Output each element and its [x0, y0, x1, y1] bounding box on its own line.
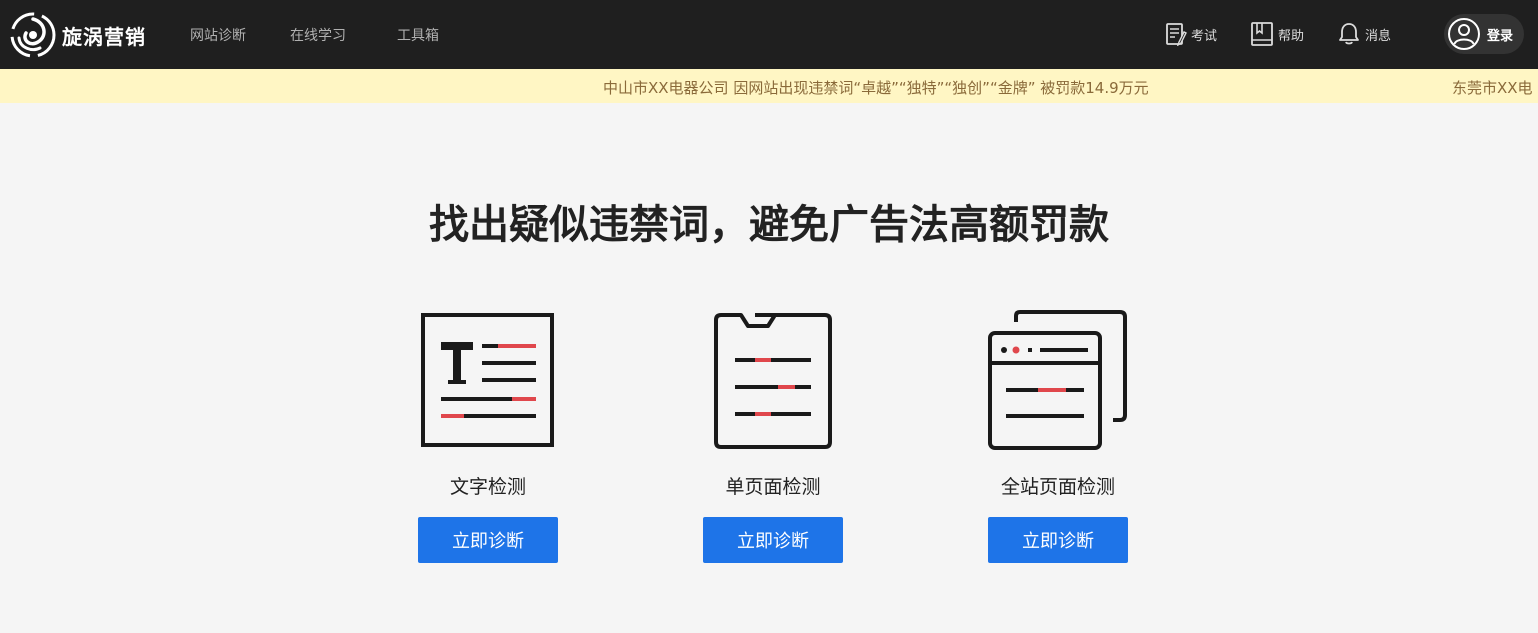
news-ticker: 中山市XX电器公司 因网站出现违禁词“卓越”“独特”“独创”“金牌” 被罚款14…	[0, 69, 1538, 103]
card-label: 全站页面检测	[1000, 476, 1115, 498]
brand-logo[interactable]: 旋涡营销	[10, 10, 150, 60]
exam-icon	[1166, 23, 1187, 46]
single-page-detection-card: 单页面检测 立即诊断	[683, 308, 863, 568]
card-label: 文字检测	[449, 476, 526, 498]
text-detect-icon	[421, 313, 554, 447]
browser-windows-icon	[988, 310, 1127, 450]
page-title: 找出疑似违禁词，避免广告法高额罚款	[429, 202, 1109, 248]
nav-link-online-learning[interactable]: 在线学习	[290, 25, 346, 45]
brand-name: 旋涡营销	[62, 25, 146, 49]
diagnose-button[interactable]: 立即诊断	[418, 517, 558, 563]
help-label: 帮助	[1278, 28, 1305, 44]
card-label: 单页面检测	[725, 476, 821, 498]
user-avatar-icon	[1448, 18, 1480, 50]
help-link[interactable]: 帮助	[1250, 21, 1304, 47]
login-label: 登录	[1487, 28, 1514, 44]
clipboard-detect-icon	[714, 313, 832, 449]
bell-icon	[1339, 23, 1359, 45]
diagnose-button[interactable]: 立即诊断	[703, 517, 843, 563]
swirl-logo-icon	[10, 12, 56, 58]
text-detection-card: 文字检测 立即诊断	[398, 308, 578, 568]
messages-label: 消息	[1365, 28, 1392, 44]
top-navbar: 旋涡营销 网站诊断 在线学习 工具箱 考试 帮助 消息 登录	[0, 0, 1538, 69]
nav-link-toolbox[interactable]: 工具箱	[397, 25, 439, 45]
login-button[interactable]: 登录	[1444, 14, 1524, 54]
ticker-item[interactable]: 中山市XX电器公司 因网站出现违禁词“卓越”“独特”“独创”“金牌” 被罚款14…	[603, 77, 1149, 98]
nav-link-site-diagnosis[interactable]: 网站诊断	[190, 25, 246, 45]
full-site-detection-card: 全站页面检测 立即诊断	[968, 308, 1148, 568]
exam-link[interactable]: 考试	[1165, 21, 1217, 47]
diagnose-button[interactable]: 立即诊断	[988, 517, 1128, 563]
help-book-icon	[1251, 22, 1273, 46]
messages-link[interactable]: 消息	[1337, 21, 1391, 47]
ticker-item[interactable]: 东莞市XX电	[1452, 77, 1533, 98]
exam-label: 考试	[1191, 28, 1218, 44]
